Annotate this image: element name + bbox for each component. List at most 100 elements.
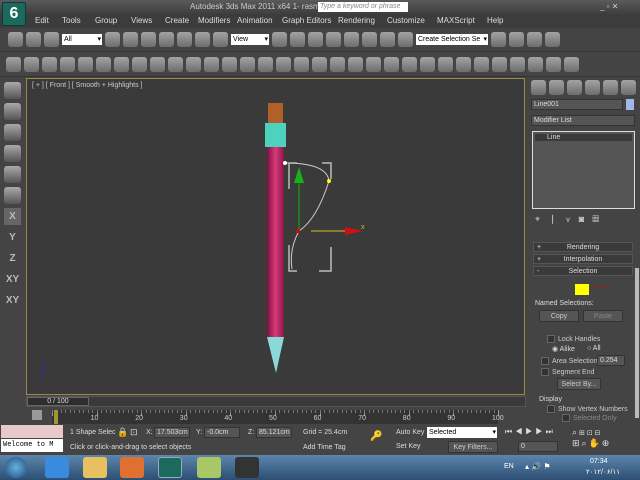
create-object-10-icon[interactable]	[168, 56, 183, 72]
absolute-mode-icon[interactable]: ⊡	[130, 427, 138, 438]
y-coordinate-field[interactable]: -0.0cm	[204, 427, 240, 438]
create-object-11-icon[interactable]	[186, 56, 201, 72]
snaps-toggle-icon[interactable]	[326, 32, 341, 47]
create-object-31-icon[interactable]	[546, 56, 561, 72]
create-object-21-icon[interactable]	[366, 56, 381, 72]
current-frame-field[interactable]: 0	[518, 441, 558, 452]
constrain-z-button[interactable]: Z	[4, 250, 21, 267]
create-object-24-icon[interactable]	[420, 56, 435, 72]
lock-handles-checkbox[interactable]: Lock Handles	[547, 335, 600, 343]
brush-icon[interactable]	[4, 82, 21, 99]
create-object-5-icon[interactable]	[78, 56, 93, 72]
hammer-icon[interactable]	[4, 124, 21, 141]
maxscript-listener-output[interactable]	[1, 425, 63, 438]
create-object-30-icon[interactable]	[528, 56, 543, 72]
create-tab-icon[interactable]	[531, 80, 546, 95]
area-selection-spinner[interactable]: 0.254	[597, 355, 625, 366]
create-object-23-icon[interactable]	[402, 56, 417, 72]
time-slider[interactable]: 0 / 100	[26, 396, 526, 407]
align-icon[interactable]	[509, 32, 524, 47]
rollout-selection[interactable]: - Selection	[533, 266, 633, 276]
menu-rendering[interactable]: Rendering	[338, 16, 375, 25]
select-by-button[interactable]: Select By...	[557, 378, 601, 390]
all-radio[interactable]: ○ All	[587, 345, 601, 352]
create-object-6-icon[interactable]	[96, 56, 111, 72]
set-key-icon[interactable]: 🔑	[370, 431, 382, 442]
create-object-22-icon[interactable]	[384, 56, 399, 72]
create-object-28-icon[interactable]	[492, 56, 507, 72]
select-link-icon[interactable]	[8, 32, 23, 47]
maxscript-listener-input[interactable]: Welcome to M	[1, 439, 63, 452]
utilities-tab-icon[interactable]	[621, 80, 636, 95]
create-object-2-icon[interactable]	[24, 56, 39, 72]
edit-named-selection-icon[interactable]	[398, 32, 413, 47]
unlink-icon[interactable]	[4, 166, 21, 183]
start-button[interactable]	[5, 457, 27, 478]
stack-item-line[interactable]: Line	[535, 134, 632, 141]
create-object-25-icon[interactable]	[438, 56, 453, 72]
clock-time[interactable]: 07:34	[590, 458, 608, 465]
search-input[interactable]: Type a keyword or phrase	[318, 2, 408, 12]
create-object-9-icon[interactable]	[150, 56, 165, 72]
panel-scrollbar[interactable]	[635, 268, 639, 418]
copy-button[interactable]: Copy	[539, 310, 579, 322]
auto-key-button[interactable]: Auto Key	[396, 429, 424, 436]
reference-coordinate-dropdown[interactable]: View	[231, 34, 269, 45]
viewport-navigation-controls[interactable]: ⌕⊞⊡⊟ ⊞⌕✋⊕	[572, 427, 611, 449]
select-and-rotate-icon[interactable]	[195, 32, 210, 47]
set-key-button[interactable]: Set Key	[396, 443, 421, 450]
display-tab-icon[interactable]	[603, 80, 618, 95]
selection-filter-dropdown[interactable]: All	[62, 34, 102, 45]
tray-icons[interactable]: ▴ 🔊 ⚑	[525, 462, 551, 471]
menu-views[interactable]: Views	[131, 16, 152, 25]
angle-snap-icon[interactable]	[344, 32, 359, 47]
mirror-icon[interactable]	[491, 32, 506, 47]
constrain-y-button[interactable]: Y	[4, 229, 21, 246]
curve-editor-icon[interactable]	[32, 410, 42, 420]
z-coordinate-field[interactable]: 85.121cm	[256, 427, 292, 438]
add-time-tag[interactable]: Add Time Tag	[303, 444, 346, 451]
unlink-icon[interactable]	[26, 32, 41, 47]
app-taskbar-icon[interactable]	[197, 457, 221, 478]
create-object-3-icon[interactable]	[42, 56, 57, 72]
keyboard-shortcut-icon[interactable]	[308, 32, 323, 47]
language-indicator[interactable]: EN	[504, 463, 514, 470]
object-color-swatch[interactable]	[626, 99, 634, 110]
playback-controls[interactable]: ⏮◀▶▶⏭	[505, 427, 556, 437]
menu-create[interactable]: Create	[165, 16, 189, 25]
viewport-front[interactable]: [ + ] [ Front ] [ Smooth + Highlights ] …	[26, 78, 525, 395]
create-object-8-icon[interactable]	[132, 56, 147, 72]
segment-spline-mode-icons[interactable]: ⌒ ⌒	[592, 285, 610, 296]
alike-radio[interactable]: ◉ Alike	[552, 345, 575, 353]
stack-controls[interactable]: ⌖┃⋎◙▦	[535, 214, 607, 225]
explorer-taskbar-icon[interactable]	[83, 457, 107, 478]
key-mode-dropdown[interactable]: Selected	[427, 427, 497, 438]
object-name-field[interactable]: Line001	[531, 99, 623, 110]
ie-taskbar-icon[interactable]	[45, 457, 69, 478]
area-selection-checkbox[interactable]: Area Selection:	[541, 357, 599, 365]
create-object-15-icon[interactable]	[258, 56, 273, 72]
select-by-name-icon[interactable]	[123, 32, 138, 47]
create-object-1-icon[interactable]	[6, 56, 21, 72]
create-object-16-icon[interactable]	[276, 56, 291, 72]
media-player-taskbar-icon[interactable]	[120, 457, 144, 478]
current-frame-marker[interactable]	[54, 410, 58, 424]
segment-end-checkbox[interactable]: Segment End	[541, 368, 594, 376]
menu-modifiers[interactable]: Modifiers	[198, 16, 230, 25]
recorder-taskbar-icon[interactable]	[235, 457, 259, 478]
modify-tab-icon[interactable]	[549, 80, 564, 95]
rollout-rendering[interactable]: + Rendering	[533, 242, 633, 252]
bulb-icon[interactable]	[4, 187, 21, 204]
modifier-list-dropdown[interactable]: Modifier List	[531, 115, 635, 126]
rectangular-selection-icon[interactable]	[141, 32, 156, 47]
key-filters-button[interactable]: Key Filters...	[448, 441, 498, 453]
select-object-icon[interactable]	[105, 32, 120, 47]
create-object-27-icon[interactable]	[474, 56, 489, 72]
constrain-xy-button[interactable]: XY	[4, 271, 21, 288]
pivot-center-icon[interactable]	[272, 32, 287, 47]
create-object-20-icon[interactable]	[348, 56, 363, 72]
menu-tools[interactable]: Tools	[62, 16, 81, 25]
x-coordinate-field[interactable]: 17.503cm	[154, 427, 190, 438]
create-object-14-icon[interactable]	[240, 56, 255, 72]
create-object-13-icon[interactable]	[222, 56, 237, 72]
